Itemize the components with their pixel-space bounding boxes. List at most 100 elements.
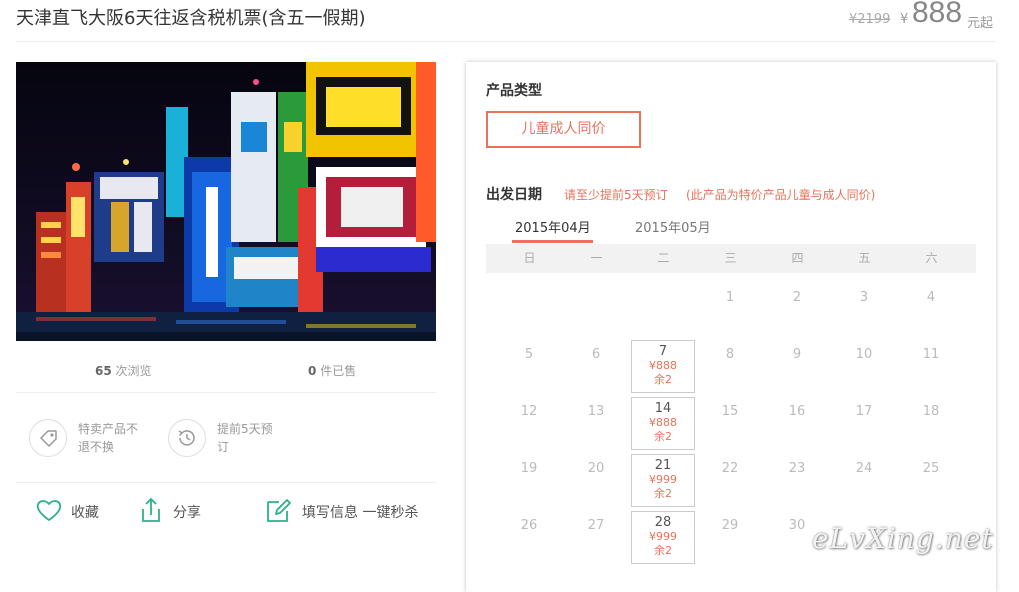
calendar-day: 20: [564, 454, 628, 507]
calendar-day-available[interactable]: 14 ¥888 余2: [631, 397, 695, 450]
day-stock: 余2: [654, 487, 672, 500]
day-price: ¥888: [649, 359, 677, 372]
feature-advance-booking: 提前5天预订: [217, 422, 273, 454]
share-button[interactable]: 分享: [173, 502, 201, 522]
day-number: 12: [520, 404, 538, 419]
calendar-day: 18: [899, 397, 963, 450]
day-number: 24: [855, 461, 873, 476]
day-number: 22: [721, 461, 739, 476]
weekday-label: 三: [724, 251, 737, 265]
day-number: 5: [524, 347, 534, 362]
original-price: ¥2199: [849, 12, 891, 27]
calendar-day: 6: [564, 340, 628, 393]
calendar-day: 13: [564, 397, 628, 450]
product-photo: [16, 62, 436, 341]
day-number: 7: [658, 344, 668, 359]
day-number: 13: [587, 404, 605, 419]
tag-icon: [29, 419, 67, 457]
day-stock: 余2: [654, 430, 672, 443]
calendar-day: 25: [899, 454, 963, 507]
calendar-day: 5: [497, 340, 561, 393]
calendar-day-available[interactable]: 7 ¥888 余2: [631, 340, 695, 393]
watermark: eLvXing.net: [812, 522, 994, 555]
views-label: 次浏览: [115, 364, 152, 378]
calendar-day: 11: [899, 340, 963, 393]
active-month-indicator: [512, 240, 593, 243]
day-number: 15: [721, 404, 739, 419]
day-number: 25: [922, 461, 940, 476]
calendar-day-available[interactable]: 28 ¥999 余2: [631, 511, 695, 564]
weekday-label: 一: [590, 251, 603, 265]
calendar-day: 1: [698, 283, 762, 336]
weekday-label: 六: [925, 251, 938, 265]
tab-month-may[interactable]: 2015年05月: [635, 217, 711, 236]
day-number: 21: [654, 458, 672, 473]
day-number: 28: [654, 515, 672, 530]
views-stat: 65 次浏览: [95, 362, 152, 379]
day-number: 14: [654, 401, 672, 416]
heart-icon[interactable]: [35, 496, 63, 526]
feature-no-refund: 特卖产品不退不换: [78, 422, 139, 454]
day-number: 20: [587, 461, 605, 476]
share-icon[interactable]: [137, 496, 165, 526]
day-number: 17: [855, 404, 873, 419]
day-number: 8: [725, 347, 735, 362]
clock-history-icon: [168, 419, 206, 457]
day-number: 10: [855, 347, 873, 362]
calendar-day: 29: [698, 511, 762, 564]
same-price-note: (此产品为特价产品儿童与成人同价): [686, 188, 876, 202]
product-type-label: 产品类型: [486, 83, 542, 99]
current-price: 888: [912, 0, 963, 29]
day-number: 11: [922, 347, 940, 362]
features-divider: [16, 482, 436, 483]
favorite-button[interactable]: 收藏: [71, 502, 99, 522]
product-type-option[interactable]: 儿童成人同价: [486, 111, 641, 148]
price-suffix: 元起: [967, 16, 994, 31]
calendar-day: 24: [832, 454, 896, 507]
weekday-label: 日: [523, 251, 536, 265]
header-divider: [16, 41, 996, 42]
stats-divider: [16, 392, 436, 393]
weekday-label: 四: [791, 251, 804, 265]
calendar-day: 8: [698, 340, 762, 393]
tab-month-april[interactable]: 2015年04月: [515, 217, 591, 236]
calendar-day: 22: [698, 454, 762, 507]
weekday-header: 日一二三四五六: [486, 244, 976, 273]
calendar-day: 26: [497, 511, 561, 564]
calendar-day: 12: [497, 397, 561, 450]
day-price: ¥888: [649, 416, 677, 429]
day-number: 1: [725, 290, 735, 305]
day-price: ¥999: [649, 530, 677, 543]
sold-label: 件已售: [320, 364, 357, 378]
day-number: 9: [792, 347, 802, 362]
calendar-day: 19: [497, 454, 561, 507]
day-number: 6: [591, 347, 601, 362]
calendar-day: 3: [832, 283, 896, 336]
book-now-button[interactable]: 填写信息 一键秒杀: [302, 502, 418, 522]
calendar-day: 4: [899, 283, 963, 336]
day-number: 26: [520, 518, 538, 533]
edit-icon[interactable]: [265, 496, 293, 526]
weekday-label: 五: [858, 251, 871, 265]
page-title: 天津直飞大阪6天往返含税机票(含五一假期): [16, 8, 366, 29]
day-number: 16: [788, 404, 806, 419]
calendar-day: 23: [765, 454, 829, 507]
views-count: 65: [95, 364, 112, 378]
day-number: 19: [520, 461, 538, 476]
day-number: 23: [788, 461, 806, 476]
advance-booking-note: 请至少提前5天预订: [564, 188, 668, 202]
day-number: 29: [721, 518, 739, 533]
day-number: 2: [792, 290, 802, 305]
sold-stat: 0 件已售: [308, 362, 356, 379]
calendar-day: 9: [765, 340, 829, 393]
day-stock: 余2: [654, 544, 672, 557]
calendar-day: 27: [564, 511, 628, 564]
day-number: 4: [926, 290, 936, 305]
osaka-dotonbori-image: [16, 62, 436, 341]
sold-count: 0: [308, 364, 317, 378]
calendar-day: 16: [765, 397, 829, 450]
calendar-day-available[interactable]: 21 ¥999 余2: [631, 454, 695, 507]
calendar-day: 2: [765, 283, 829, 336]
day-number: 27: [587, 518, 605, 533]
currency-symbol: ¥: [900, 12, 909, 27]
